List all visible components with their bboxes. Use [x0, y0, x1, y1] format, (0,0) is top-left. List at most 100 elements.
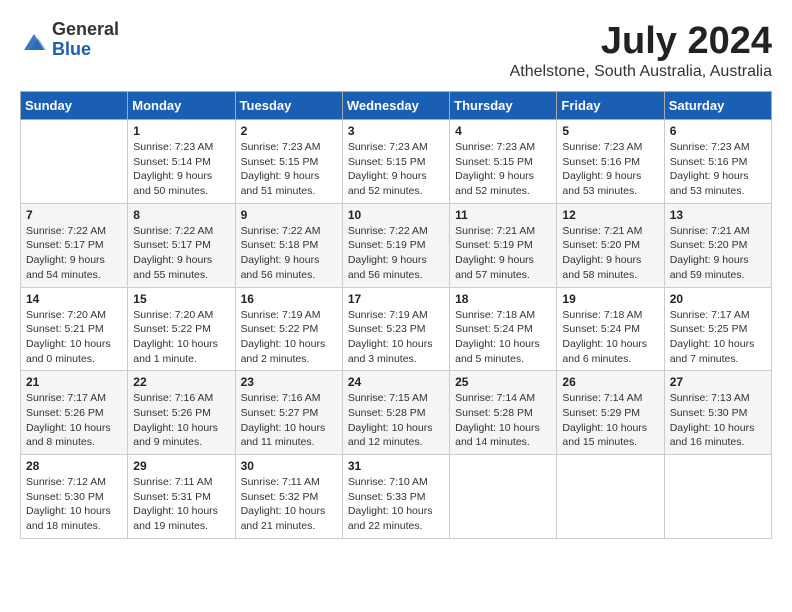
day-number: 14 [26, 292, 122, 306]
day-cell: 5Sunrise: 7:23 AM Sunset: 5:16 PM Daylig… [557, 120, 664, 204]
logo-icon [20, 26, 48, 54]
day-info: Sunrise: 7:14 AM Sunset: 5:28 PM Dayligh… [455, 391, 551, 450]
day-cell: 15Sunrise: 7:20 AM Sunset: 5:22 PM Dayli… [128, 287, 235, 371]
logo-text: General Blue [52, 20, 119, 60]
day-info: Sunrise: 7:11 AM Sunset: 5:31 PM Dayligh… [133, 475, 229, 534]
header-row: SundayMondayTuesdayWednesdayThursdayFrid… [21, 92, 772, 120]
day-cell: 31 Sunrise: 7:10 AM Sunset: 5:33 PM Dayli… [342, 455, 449, 539]
day-number: 31 [348, 459, 444, 473]
day-info: Sunrise: 7:22 AM Sunset: 5:17 PM Dayligh… [26, 224, 122, 283]
day-cell: 30Sunrise: 7:11 AM Sunset: 5:32 PM Dayli… [235, 455, 342, 539]
day-cell: 10 Sunrise: 7:22 AM Sunset: 5:19 PM Dayli… [342, 203, 449, 287]
header-day-saturday: Saturday [664, 92, 771, 120]
title-section: July 2024 Athelstone, South Australia, A… [510, 20, 772, 81]
day-cell: 27 Sunrise: 7:13 AM Sunset: 5:30 PM Dayli… [664, 371, 771, 455]
day-info: Sunrise: 7:22 AM Sunset: 5:17 PM Dayligh… [133, 224, 229, 283]
day-cell [557, 455, 664, 539]
day-cell: 22 Sunrise: 7:16 AM Sunset: 5:26 PM Dayli… [128, 371, 235, 455]
day-number: 24 [348, 375, 444, 389]
day-cell: 25 Sunrise: 7:14 AM Sunset: 5:28 PM Dayli… [450, 371, 557, 455]
day-info: Sunrise: 7:16 AM Sunset: 5:27 PM Dayligh… [241, 391, 337, 450]
day-info: Sunrise: 7:17 AM Sunset: 5:25 PM Dayligh… [670, 308, 766, 367]
day-number: 23 [241, 375, 337, 389]
header-day-thursday: Thursday [450, 92, 557, 120]
day-info: Sunrise: 7:22 AM Sunset: 5:18 PM Dayligh… [241, 224, 337, 283]
day-info: Sunrise: 7:19 AM Sunset: 5:22 PM Dayligh… [241, 308, 337, 367]
day-cell: 16 Sunrise: 7:19 AM Sunset: 5:22 PM Dayli… [235, 287, 342, 371]
day-cell: 17Sunrise: 7:19 AM Sunset: 5:23 PM Dayli… [342, 287, 449, 371]
day-info: Sunrise: 7:16 AM Sunset: 5:26 PM Dayligh… [133, 391, 229, 450]
day-cell: 19 Sunrise: 7:18 AM Sunset: 5:24 PM Dayli… [557, 287, 664, 371]
day-info: Sunrise: 7:14 AM Sunset: 5:29 PM Dayligh… [562, 391, 658, 450]
day-number: 5 [562, 124, 658, 138]
main-title: July 2024 [510, 20, 772, 63]
day-cell: 11Sunrise: 7:21 AM Sunset: 5:19 PM Dayli… [450, 203, 557, 287]
day-number: 3 [348, 124, 444, 138]
day-info: Sunrise: 7:21 AM Sunset: 5:20 PM Dayligh… [562, 224, 658, 283]
day-number: 4 [455, 124, 551, 138]
day-cell [450, 455, 557, 539]
day-cell: 6Sunrise: 7:23 AM Sunset: 5:16 PM Daylig… [664, 120, 771, 204]
header: General Blue July 2024 Athelstone, South… [20, 20, 772, 81]
day-info: Sunrise: 7:11 AM Sunset: 5:32 PM Dayligh… [241, 475, 337, 534]
day-number: 9 [241, 208, 337, 222]
week-row-2: 7Sunrise: 7:22 AM Sunset: 5:17 PM Daylig… [21, 203, 772, 287]
day-cell: 24 Sunrise: 7:15 AM Sunset: 5:28 PM Dayli… [342, 371, 449, 455]
day-number: 18 [455, 292, 551, 306]
day-info: Sunrise: 7:19 AM Sunset: 5:23 PM Dayligh… [348, 308, 444, 367]
day-number: 27 [670, 375, 766, 389]
calendar: SundayMondayTuesdayWednesdayThursdayFrid… [20, 91, 772, 539]
day-number: 28 [26, 459, 122, 473]
subtitle: Athelstone, South Australia, Australia [510, 63, 772, 81]
header-day-monday: Monday [128, 92, 235, 120]
day-cell: 7Sunrise: 7:22 AM Sunset: 5:17 PM Daylig… [21, 203, 128, 287]
day-cell: 9 Sunrise: 7:22 AM Sunset: 5:18 PM Daylig… [235, 203, 342, 287]
day-cell: 14 Sunrise: 7:20 AM Sunset: 5:21 PM Dayli… [21, 287, 128, 371]
day-number: 19 [562, 292, 658, 306]
day-cell: 1 Sunrise: 7:23 AM Sunset: 5:14 PM Daylig… [128, 120, 235, 204]
header-day-tuesday: Tuesday [235, 92, 342, 120]
calendar-body: 1 Sunrise: 7:23 AM Sunset: 5:14 PM Daylig… [21, 120, 772, 539]
day-info: Sunrise: 7:23 AM Sunset: 5:15 PM Dayligh… [348, 140, 444, 199]
logo-general: General [52, 20, 119, 40]
logo: General Blue [20, 20, 119, 60]
day-number: 1 [133, 124, 229, 138]
logo-blue: Blue [52, 40, 119, 60]
week-row-3: 14 Sunrise: 7:20 AM Sunset: 5:21 PM Dayli… [21, 287, 772, 371]
day-info: Sunrise: 7:22 AM Sunset: 5:19 PM Dayligh… [348, 224, 444, 283]
day-cell: 12 Sunrise: 7:21 AM Sunset: 5:20 PM Dayli… [557, 203, 664, 287]
day-info: Sunrise: 7:13 AM Sunset: 5:30 PM Dayligh… [670, 391, 766, 450]
calendar-header: SundayMondayTuesdayWednesdayThursdayFrid… [21, 92, 772, 120]
header-day-wednesday: Wednesday [342, 92, 449, 120]
day-number: 13 [670, 208, 766, 222]
day-number: 22 [133, 375, 229, 389]
day-info: Sunrise: 7:15 AM Sunset: 5:28 PM Dayligh… [348, 391, 444, 450]
day-info: Sunrise: 7:18 AM Sunset: 5:24 PM Dayligh… [562, 308, 658, 367]
day-number: 20 [670, 292, 766, 306]
day-info: Sunrise: 7:10 AM Sunset: 5:33 PM Dayligh… [348, 475, 444, 534]
day-number: 16 [241, 292, 337, 306]
day-cell: 21Sunrise: 7:17 AM Sunset: 5:26 PM Dayli… [21, 371, 128, 455]
day-cell: 29Sunrise: 7:11 AM Sunset: 5:31 PM Dayli… [128, 455, 235, 539]
day-number: 10 [348, 208, 444, 222]
day-info: Sunrise: 7:20 AM Sunset: 5:21 PM Dayligh… [26, 308, 122, 367]
day-cell: 18Sunrise: 7:18 AM Sunset: 5:24 PM Dayli… [450, 287, 557, 371]
day-cell: 2Sunrise: 7:23 AM Sunset: 5:15 PM Daylig… [235, 120, 342, 204]
day-number: 11 [455, 208, 551, 222]
day-cell: 3 Sunrise: 7:23 AM Sunset: 5:15 PM Daylig… [342, 120, 449, 204]
day-cell: 28Sunrise: 7:12 AM Sunset: 5:30 PM Dayli… [21, 455, 128, 539]
week-row-1: 1 Sunrise: 7:23 AM Sunset: 5:14 PM Daylig… [21, 120, 772, 204]
day-info: Sunrise: 7:23 AM Sunset: 5:14 PM Dayligh… [133, 140, 229, 199]
day-info: Sunrise: 7:21 AM Sunset: 5:20 PM Dayligh… [670, 224, 766, 283]
day-info: Sunrise: 7:23 AM Sunset: 5:15 PM Dayligh… [455, 140, 551, 199]
day-info: Sunrise: 7:23 AM Sunset: 5:15 PM Dayligh… [241, 140, 337, 199]
day-number: 12 [562, 208, 658, 222]
day-number: 26 [562, 375, 658, 389]
header-day-friday: Friday [557, 92, 664, 120]
day-cell: 26 Sunrise: 7:14 AM Sunset: 5:29 PM Dayli… [557, 371, 664, 455]
day-info: Sunrise: 7:17 AM Sunset: 5:26 PM Dayligh… [26, 391, 122, 450]
day-number: 6 [670, 124, 766, 138]
day-info: Sunrise: 7:20 AM Sunset: 5:22 PM Dayligh… [133, 308, 229, 367]
day-number: 25 [455, 375, 551, 389]
day-cell: 4 Sunrise: 7:23 AM Sunset: 5:15 PM Daylig… [450, 120, 557, 204]
